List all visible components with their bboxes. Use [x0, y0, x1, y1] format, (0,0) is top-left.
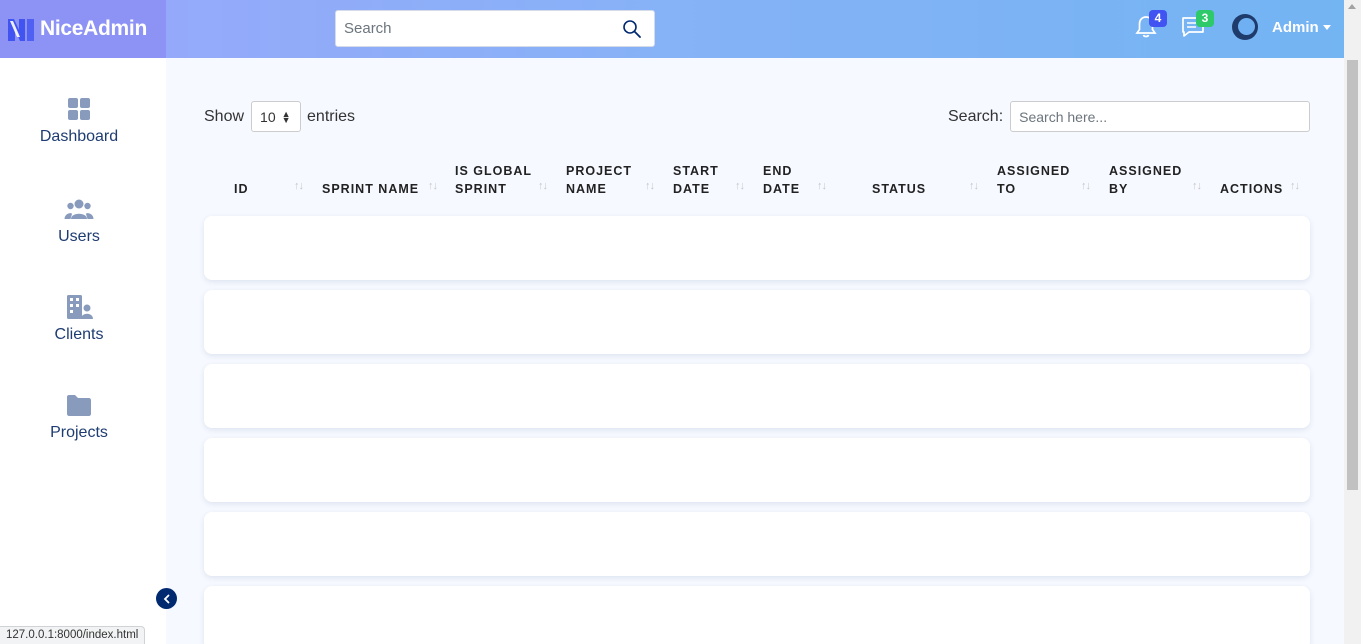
avatar: [1232, 14, 1258, 40]
column-header-assigned-to[interactable]: ASSIGNED TO: [997, 162, 1070, 198]
people-icon: [64, 199, 94, 219]
column-header-label: BY: [1109, 182, 1129, 196]
profile-dropdown[interactable]: Admin: [1232, 14, 1331, 40]
brand-logo[interactable]: NiceAdmin: [0, 0, 166, 58]
grid-icon: [68, 98, 90, 120]
notifications-button[interactable]: 4: [1133, 10, 1167, 42]
sort-icon[interactable]: ↑↓: [294, 180, 304, 192]
sort-icon[interactable]: ↑↓: [969, 180, 979, 192]
column-header-label: NAME: [566, 182, 607, 196]
page-length-control: Show 10 ▲ ▼ entries: [204, 101, 355, 132]
messages-button[interactable]: 3: [1180, 10, 1214, 42]
column-header-is-global-sprint[interactable]: IS GLOBAL SPRINT: [455, 162, 532, 198]
scrollbar-thumb[interactable]: [1347, 60, 1358, 490]
search-icon[interactable]: [622, 19, 642, 39]
table-search-input[interactable]: [1010, 101, 1311, 132]
messages-badge: 3: [1196, 10, 1214, 27]
column-header-project-name[interactable]: PROJECT NAME: [566, 162, 632, 198]
show-label: Show: [204, 107, 245, 125]
sidebar: Dashboard Users Clients Projects: [0, 58, 166, 644]
sidebar-item-users[interactable]: Users: [0, 194, 158, 246]
column-header-label: DATE: [763, 182, 801, 196]
column-header-status[interactable]: STATUS: [872, 162, 926, 198]
column-header-id[interactable]: ID: [234, 162, 249, 198]
brand-name: NiceAdmin: [40, 17, 147, 40]
folder-icon: [67, 395, 91, 416]
scroll-up-arrow-icon[interactable]: [1348, 4, 1356, 9]
sort-icon[interactable]: ↑↓: [428, 180, 438, 192]
header-search: [335, 10, 655, 47]
notifications-badge: 4: [1149, 10, 1167, 27]
sort-icon[interactable]: ↑↓: [817, 180, 827, 192]
sort-icon[interactable]: ↑↓: [1192, 180, 1202, 192]
sidebar-toggle-button[interactable]: [156, 588, 177, 609]
sidebar-item-clients[interactable]: Clients: [0, 292, 158, 344]
sidebar-item-projects[interactable]: Projects: [0, 390, 158, 442]
table-row[interactable]: [204, 586, 1310, 644]
logo-icon: [8, 19, 34, 41]
column-header-label: DATE: [673, 182, 711, 196]
column-header-label: SPRINT: [455, 182, 507, 196]
table-row[interactable]: [204, 512, 1310, 576]
status-url: 127.0.0.1:8000/index.html: [0, 626, 146, 644]
sidebar-item-label: Clients: [54, 326, 104, 343]
column-header-label: TO: [997, 182, 1017, 196]
chevron-left-icon: [163, 594, 169, 603]
sort-arrows-icon: ▲ ▼: [281, 108, 291, 125]
column-header-label: ASSIGNED: [1109, 164, 1183, 178]
column-header-assigned-by[interactable]: ASSIGNED BY: [1109, 162, 1182, 198]
table-search: Search:: [948, 101, 1311, 132]
table-row[interactable]: [204, 438, 1310, 502]
column-header-label: SPRINT NAME: [322, 182, 420, 196]
column-header-label: ID: [234, 182, 249, 196]
sort-icon[interactable]: ↑↓: [1081, 180, 1091, 192]
column-header-label: IS GLOBAL: [455, 164, 533, 178]
column-header-label: ACTIONS: [1220, 182, 1284, 196]
sidebar-item-label: Projects: [50, 424, 108, 441]
sort-icon[interactable]: ↑↓: [538, 180, 548, 192]
page-length-select[interactable]: 10 ▲ ▼: [251, 101, 302, 132]
column-header-label: PROJECT: [566, 164, 633, 178]
sort-icon[interactable]: ↑↓: [645, 180, 655, 192]
top-header: NiceAdmin 4 3 Admin: [0, 0, 1344, 58]
sidebar-item-label: Users: [58, 228, 100, 245]
chevron-down-icon: [1322, 24, 1331, 30]
page-length-value: 10: [260, 108, 276, 125]
sort-icon[interactable]: ↑↓: [735, 180, 745, 192]
column-header-label: ASSIGNED: [997, 164, 1071, 178]
table-search-label: Search:: [948, 107, 1004, 125]
page-scrollbar[interactable]: [1344, 0, 1361, 644]
table-row[interactable]: [204, 290, 1310, 354]
entries-label: entries: [307, 107, 356, 125]
sort-icon[interactable]: ↑↓: [1290, 180, 1300, 192]
column-header-start-date[interactable]: START DATE: [673, 162, 719, 198]
column-header-label: STATUS: [872, 182, 927, 196]
sidebar-item-label: Dashboard: [39, 128, 119, 145]
header-search-input[interactable]: [336, 20, 606, 37]
table-row[interactable]: [204, 216, 1310, 280]
column-header-end-date[interactable]: END DATE: [763, 162, 800, 198]
column-header-sprint-name[interactable]: SPRINT NAME: [322, 162, 419, 198]
sidebar-item-dashboard[interactable]: Dashboard: [0, 94, 158, 146]
column-header-actions[interactable]: ACTIONS: [1220, 162, 1283, 198]
table-row[interactable]: [204, 364, 1310, 428]
profile-name: Admin: [1272, 18, 1319, 36]
column-header-label: END: [763, 164, 793, 178]
building-icon: [67, 295, 93, 319]
column-header-label: START: [673, 164, 719, 178]
